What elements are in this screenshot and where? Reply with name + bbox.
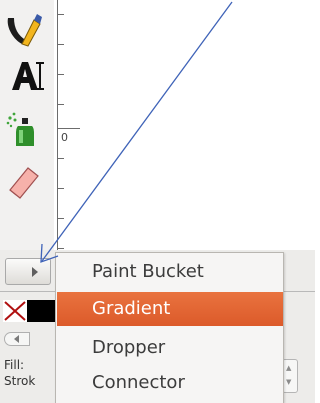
stroke-label: Strok [4, 374, 36, 388]
toolbox [0, 0, 54, 250]
tool-flyout-menu: Paint Bucket Gradient Dropper Connector [55, 252, 284, 403]
vertical-ruler[interactable]: 0 [57, 0, 82, 258]
ruler-tick [58, 188, 64, 189]
eraser-icon[interactable] [4, 160, 44, 200]
ruler-label: 0 [61, 131, 68, 144]
menu-item-connector[interactable]: Connector [57, 366, 283, 400]
menu-item-gradient[interactable]: Gradient [57, 292, 283, 326]
menu-item-paint-bucket[interactable]: Paint Bucket [57, 255, 283, 289]
spinner-up-icon[interactable]: ▲ [286, 364, 291, 372]
spray-can-icon[interactable] [4, 110, 44, 150]
palette-scroll-left[interactable] [4, 332, 30, 346]
triangle-left-icon [14, 335, 19, 343]
ruler-tick [58, 248, 64, 249]
ruler-tick [58, 158, 64, 159]
spinner-down-icon[interactable]: ▼ [286, 378, 291, 386]
fill-label: Fill: [4, 358, 25, 372]
ruler-tick [58, 218, 64, 219]
stroke-width-spinner[interactable]: ▲ ▼ [282, 359, 298, 393]
x-icon[interactable] [3, 300, 27, 322]
ruler-tick [58, 14, 64, 15]
ruler-tick [58, 128, 80, 129]
menu-item-dropper[interactable]: Dropper [57, 331, 283, 365]
ruler-tick [58, 44, 64, 45]
triangle-right-icon [32, 267, 38, 277]
calligraphy-pen-icon[interactable] [4, 10, 44, 50]
flyout-button[interactable] [5, 258, 51, 285]
menu-item-label: Dropper [92, 337, 166, 358]
menu-item-label: Connector [92, 372, 185, 393]
menu-item-label: Paint Bucket [92, 261, 204, 282]
menu-item-label: Gradient [92, 298, 171, 319]
ruler-tick [58, 104, 64, 105]
ruler-tick [58, 74, 64, 75]
text-icon[interactable] [4, 56, 44, 96]
